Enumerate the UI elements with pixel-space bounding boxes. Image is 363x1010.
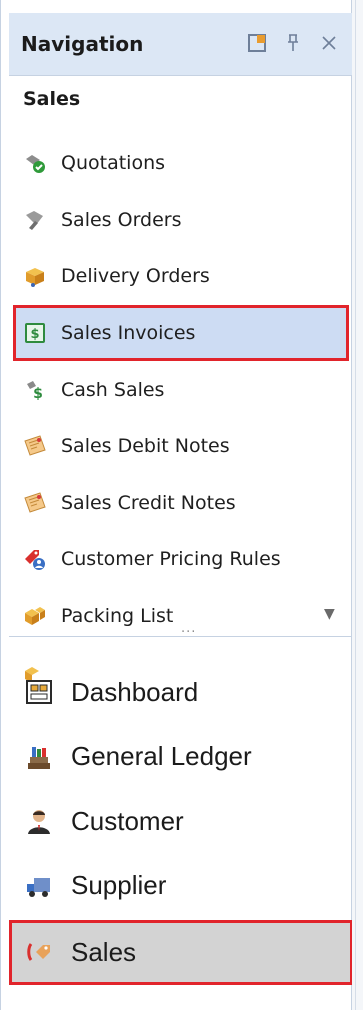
menu-item-label: Sales Credit Notes [61,491,236,514]
window-edge [352,0,363,1010]
menu-item-sales-credit-notes[interactable]: Sales Credit Notes [9,475,353,532]
nav-item-label: Customer [71,805,184,836]
menu-item-quotations[interactable]: Quotations [9,135,353,192]
supplier-icon [23,870,55,902]
close-icon[interactable] [317,31,341,55]
scroll-down-arrow-icon[interactable]: ▼ [324,606,335,622]
nav-item-label: Supplier [71,870,167,901]
menu-item-label: Sales Invoices [61,322,196,345]
splitter-grip-icon[interactable]: ··· [181,625,196,640]
menu-item-label: Sales Orders [61,208,182,231]
sales-icon [23,936,55,968]
dashboard-icon [23,676,55,708]
menu-item-customer-pricing-rules[interactable]: Customer Pricing Rules [9,531,353,588]
pin-icon[interactable] [281,31,305,55]
sales-menu-list: Quotations Sales Orders Delivery Orders … [9,135,353,681]
customer-icon [23,805,55,837]
nav-item-label: Dashboard [71,676,199,707]
nav-item-label: Sales [71,936,137,967]
nav-item-sales[interactable]: Sales [9,920,353,985]
nav-item-general-ledger[interactable]: General Ledger [9,725,353,790]
delivery-orders-icon [23,264,47,288]
navigation-panel: Navigation Sales Quotations Sales Orders [0,0,353,1010]
panel-title: Navigation [21,32,144,56]
packing-list-icon [23,604,47,628]
menu-item-delivery-orders[interactable]: Delivery Orders [9,248,353,305]
nav-item-supplier[interactable]: Supplier [9,854,353,919]
general-ledger-icon [23,741,55,773]
credit-notes-icon [23,491,47,515]
menu-item-sales-debit-notes[interactable]: Sales Debit Notes [9,418,353,475]
menu-item-label: Quotations [61,152,166,175]
section-title: Sales [23,88,81,110]
menu-item-sales-orders[interactable]: Sales Orders [9,192,353,249]
svg-text:$: $ [33,386,43,402]
cash-sales-icon: $ [23,378,47,402]
nav-item-label: General Ledger [71,741,252,772]
menu-item-label: Sales Debit Notes [61,435,230,458]
menu-item-label: Cash Sales [61,378,165,401]
menu-item-label: Customer Pricing Rules [61,548,281,571]
panel-splitter[interactable]: ··· [9,625,353,647]
sales-invoices-icon: $ [23,321,47,345]
panel-header: Navigation [9,13,353,76]
nav-item-customer[interactable]: Customer [9,789,353,854]
pricing-rules-icon [23,547,47,571]
sales-orders-icon [23,208,47,232]
module-navigation-list: Dashboard General Ledger Customer Suppli… [9,660,353,985]
quotations-icon [23,151,47,175]
debit-notes-icon [23,434,47,458]
menu-item-label: Delivery Orders [61,265,210,288]
svg-text:$: $ [30,327,39,342]
menu-item-sales-invoices[interactable]: $ Sales Invoices [13,304,349,362]
menu-item-cash-sales[interactable]: $ Cash Sales [9,361,353,418]
menu-item-label: Packing List [61,605,174,628]
nav-item-dashboard[interactable]: Dashboard [9,660,353,725]
panel-menu-icon[interactable] [245,31,269,55]
